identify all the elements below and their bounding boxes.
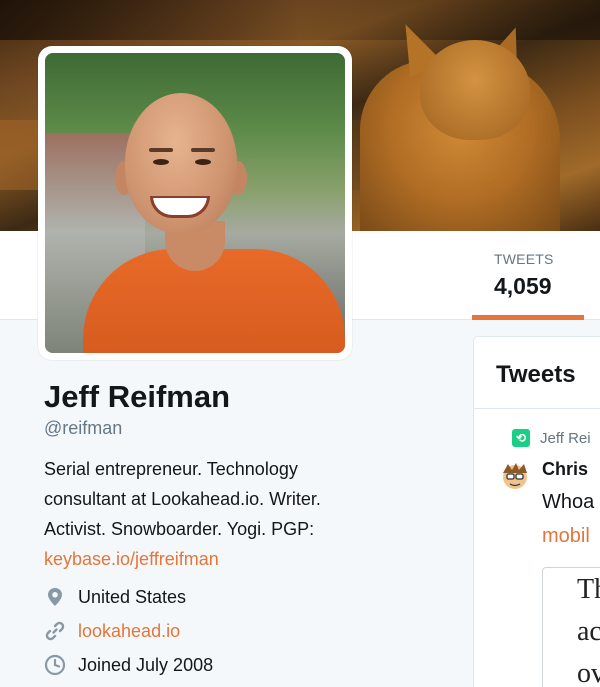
profile-name[interactable]: Jeff Reifman [44, 378, 454, 416]
card-text-line: Th [577, 574, 600, 605]
bio-line: consultant at Lookahead.io. Writer. [44, 489, 321, 509]
tweets-stat-label: TWEETS [494, 251, 554, 267]
tweets-stat-tab[interactable]: TWEETS 4,059 [472, 231, 584, 320]
card-text-line: ac [577, 616, 600, 647]
bio-line: Activist. Snowboarder. Yogi. PGP: [44, 519, 315, 539]
active-tab-indicator [472, 315, 584, 320]
retweeter-name[interactable]: Jeff Rei [540, 430, 591, 447]
timeline-header: Tweets [474, 337, 600, 409]
bio-keybase-link[interactable]: keybase.io/jeffreifman [44, 544, 454, 574]
profile-location: United States [44, 580, 454, 614]
tweet-author-avatar[interactable] [500, 461, 530, 491]
clock-icon [44, 654, 66, 676]
tweet-text: Whoa [542, 491, 595, 513]
website-link[interactable]: lookahead.io [78, 621, 180, 642]
link-icon [44, 620, 66, 642]
profile-avatar[interactable] [38, 46, 352, 360]
tweets-stat-count: 4,059 [494, 273, 552, 299]
tweet-link-card[interactable]: Th ac ov [542, 567, 600, 687]
profile-handle[interactable]: @reifman [44, 416, 454, 440]
avatar-photo [45, 53, 345, 353]
retweet-context[interactable]: ⟲ Jeff Rei [512, 429, 591, 447]
profile-joined-date: Joined July 2008 [44, 648, 454, 682]
location-text: United States [78, 586, 187, 607]
tweet-author-name[interactable]: Chris [542, 459, 588, 480]
card-text-line: ov [577, 658, 600, 687]
profile-bio: Serial entrepreneur. Technology consulta… [44, 454, 454, 574]
tweets-timeline: Tweets ⟲ Jeff Rei Chris Whoa mobil Th ac… [473, 336, 600, 687]
tweet-link[interactable]: mobil [542, 525, 590, 548]
bio-line: Serial entrepreneur. Technology [44, 459, 298, 479]
profile-header-card: Jeff Reifman @reifman Serial entrepreneu… [44, 378, 454, 682]
profile-website: lookahead.io [44, 614, 454, 648]
location-pin-icon [44, 586, 66, 608]
joined-text: Joined July 2008 [78, 654, 214, 675]
profile-meta: United States lookahead.io Joined July 2… [44, 580, 454, 682]
retweet-icon: ⟲ [512, 429, 530, 447]
